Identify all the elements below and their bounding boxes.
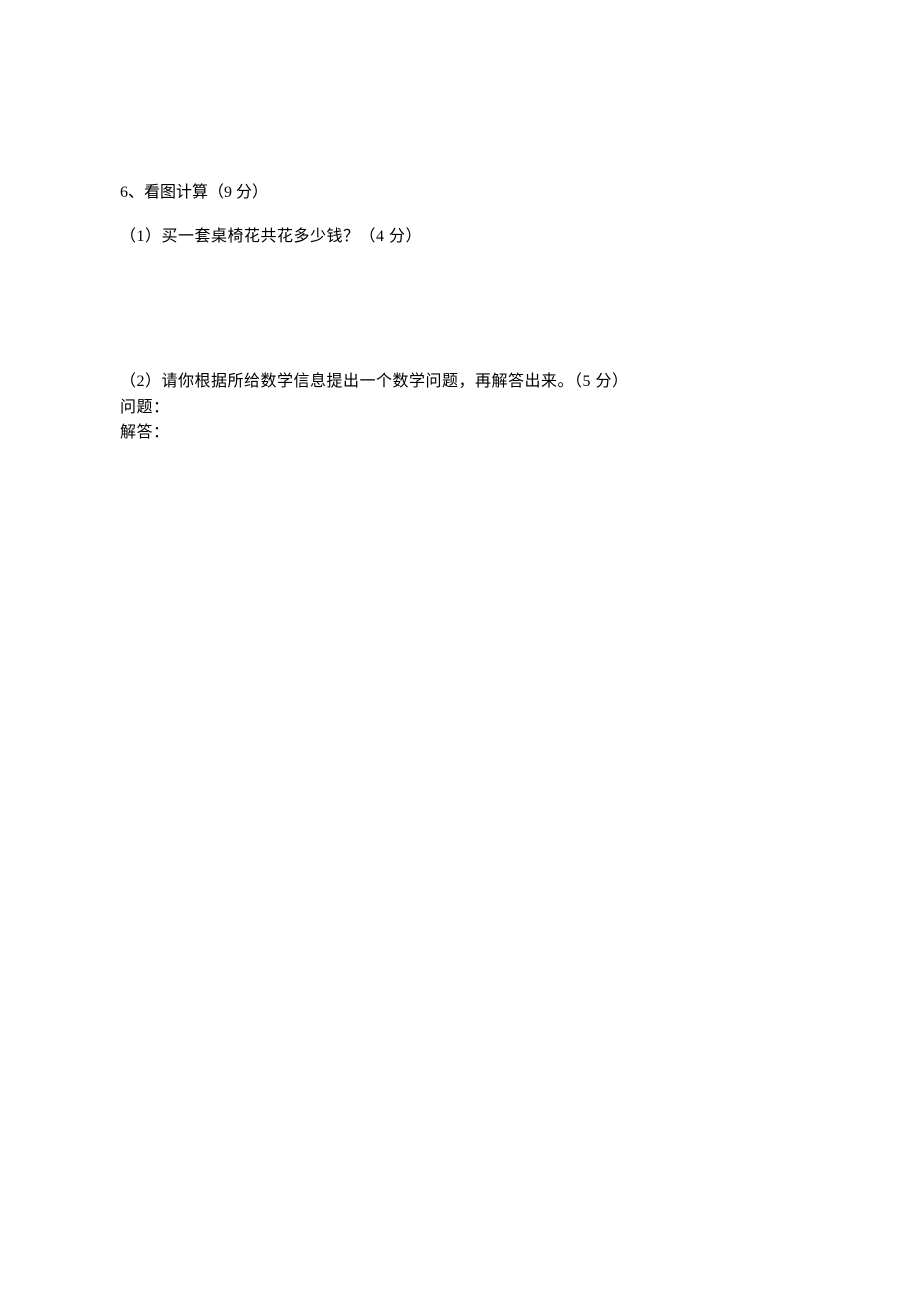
sub-question-1: （1）买一套桌椅花共花多少钱？（4 分）: [120, 224, 800, 250]
sub-question-2: （2）请你根据所给数学信息提出一个数学问题，再解答出来。（5 分）: [120, 369, 800, 395]
answer-prompt-label: 解答：: [120, 420, 800, 446]
document-content: 6、看图计算（9 分） （1）买一套桌椅花共花多少钱？（4 分） （2）请你根据…: [0, 0, 920, 446]
answer-space-1: [120, 249, 800, 369]
question-prompt-label: 问题：: [120, 395, 800, 421]
question-number: 6: [120, 184, 128, 201]
question-title: 、看图计算（9 分）: [128, 184, 268, 201]
question-header: 6、看图计算（9 分）: [120, 180, 800, 206]
